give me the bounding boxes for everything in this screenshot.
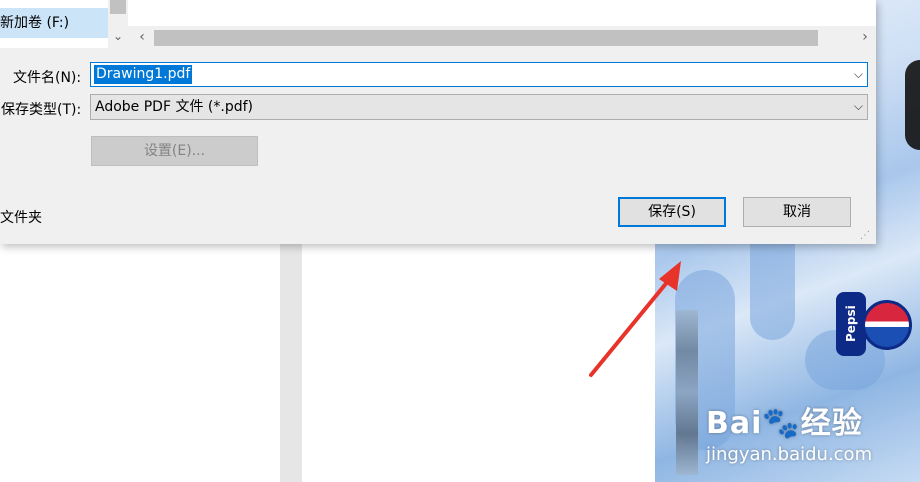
navigation-pane: (.) 新加卷 (F:) bbox=[0, 0, 108, 48]
pepsi-globe-logo bbox=[862, 300, 912, 350]
filename-value[interactable]: Drawing1.pdf bbox=[94, 65, 193, 84]
chevron-down-icon[interactable]: ⌄ bbox=[110, 28, 126, 44]
watermark-url: jingyan.baidu.com bbox=[706, 444, 873, 465]
settings-button[interactable]: 设置(E)... bbox=[91, 136, 258, 166]
horizontal-scroll-thumb[interactable] bbox=[154, 30, 818, 46]
watermark-brand: Bai🐾经验 bbox=[706, 406, 863, 441]
resize-grip-icon[interactable]: ⋰ bbox=[860, 230, 872, 242]
chevron-down-icon[interactable]: ⌵ bbox=[854, 63, 863, 86]
red-arrow-annotation bbox=[589, 261, 681, 377]
baidu-watermark: Bai🐾经验 jingyan.baidu.com bbox=[706, 398, 872, 465]
filename-label: 文件名(N): bbox=[13, 70, 82, 86]
filetype-label: 保存类型(T): bbox=[1, 102, 82, 118]
viewer-pane-divider[interactable] bbox=[280, 240, 302, 482]
filename-input[interactable]: Drawing1.pdf ⌵ bbox=[90, 62, 868, 87]
cancel-button[interactable]: 取消 bbox=[743, 197, 851, 227]
save-button[interactable]: 保存(S) bbox=[618, 197, 726, 227]
chevron-down-icon[interactable]: ⌵ bbox=[854, 95, 863, 118]
hide-folders-toggle[interactable]: 文件夹 bbox=[0, 207, 42, 227]
nav-item-partial[interactable]: (.) bbox=[0, 0, 108, 6]
nav-item-drive-f[interactable]: 新加卷 (F:) bbox=[0, 8, 108, 38]
nav-scroll-thumb[interactable] bbox=[110, 0, 126, 14]
chevron-left-icon[interactable]: ‹ bbox=[133, 28, 151, 46]
save-as-dialog: (.) 新加卷 (F:) ⌄ ‹ › 文件名(N): Drawing1.pdf … bbox=[0, 0, 876, 244]
chevron-right-icon[interactable]: › bbox=[856, 28, 874, 46]
filetype-select[interactable]: Adobe PDF 文件 (*.pdf) ⌵ bbox=[90, 94, 868, 120]
filetype-value[interactable]: Adobe PDF 文件 (*.pdf) bbox=[95, 98, 253, 117]
viewer-thumbnail-pane bbox=[0, 240, 280, 482]
